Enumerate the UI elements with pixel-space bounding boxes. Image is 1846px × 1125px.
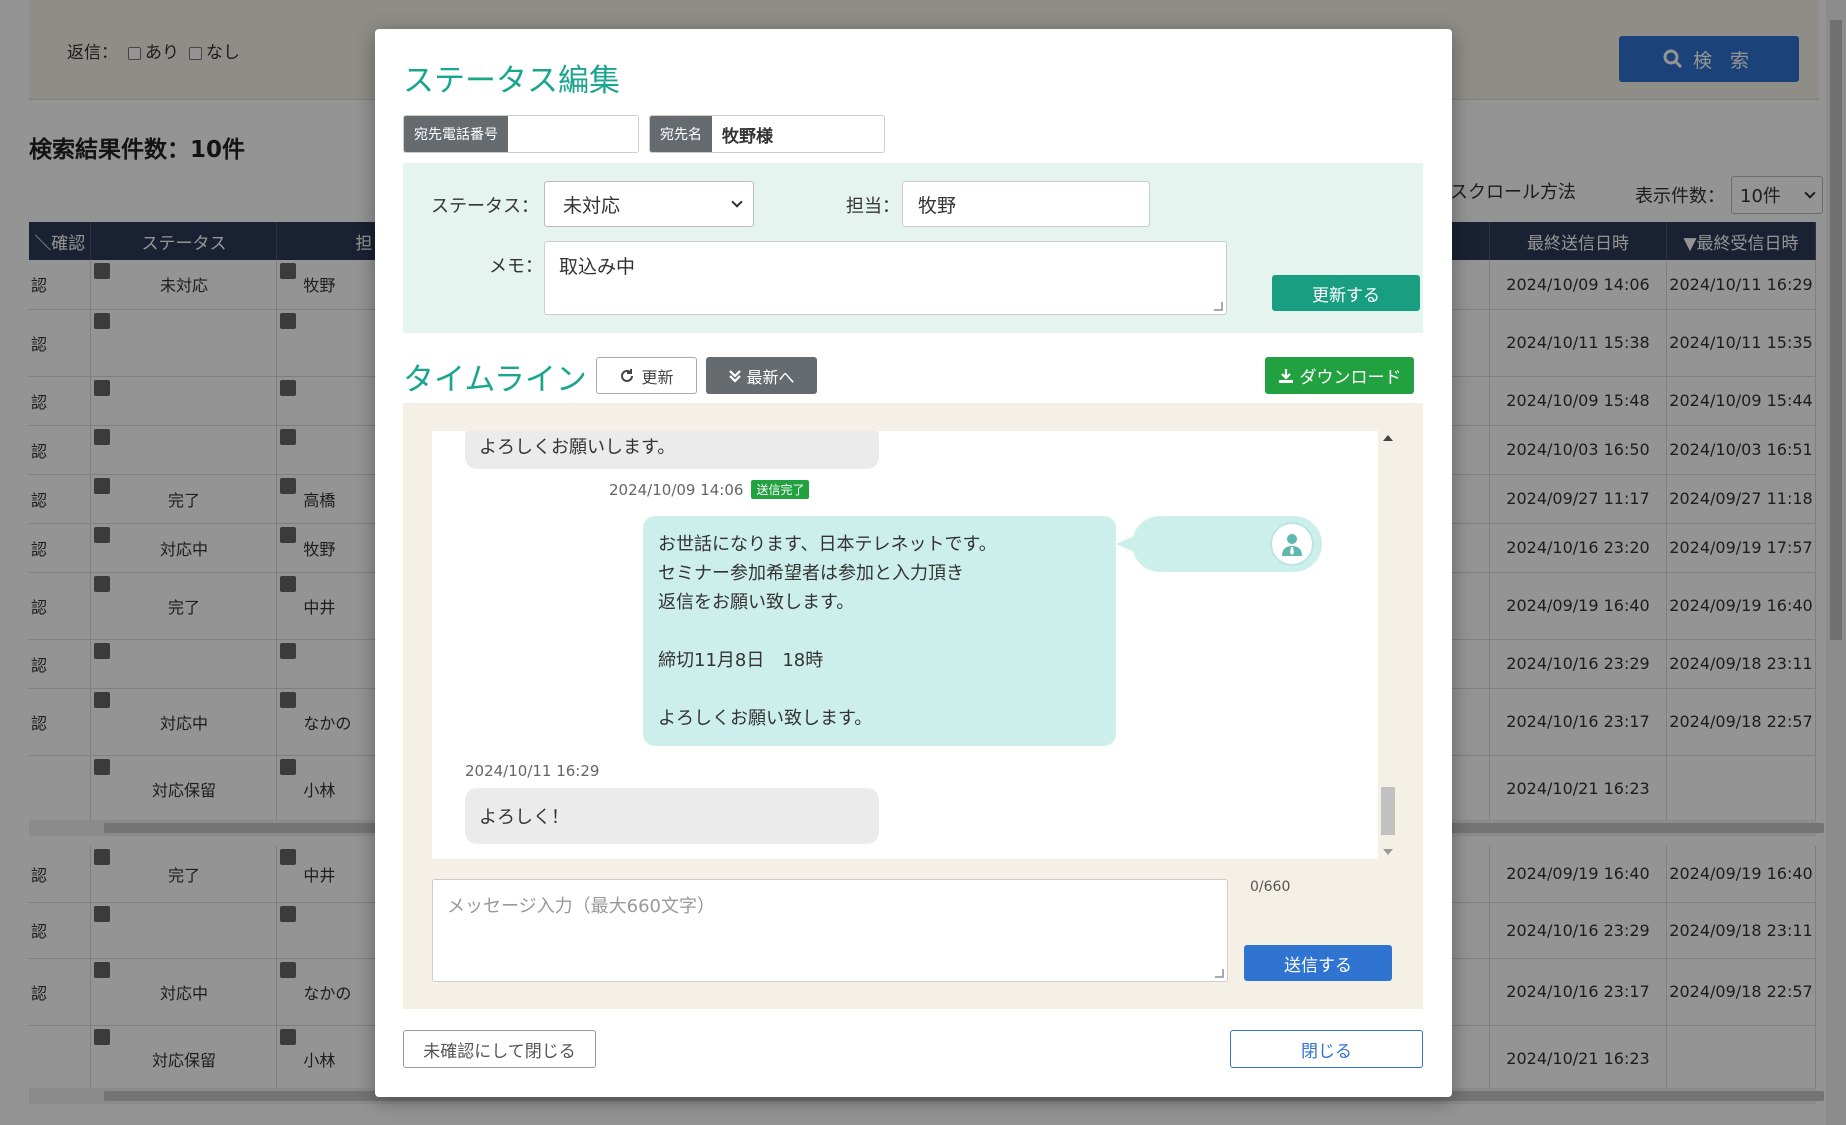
download-button[interactable]: ダウンロード [1265, 357, 1414, 394]
chevron-down-icon [731, 196, 743, 208]
refresh-icon [621, 368, 634, 382]
status-label: ステータス： [431, 196, 539, 217]
incoming-message: よろしくお願いします。 [465, 431, 879, 469]
avatar [1270, 522, 1314, 566]
name-value: 牧野様 [712, 116, 884, 152]
resize-handle-icon[interactable] [1215, 969, 1224, 978]
update-button[interactable]: 更新する [1272, 275, 1420, 311]
name-field: 宛先名 牧野様 [649, 115, 885, 153]
refresh-button[interactable]: 更新 [596, 357, 697, 394]
scroll-down-icon[interactable] [1383, 849, 1393, 855]
double-chevron-down-icon [729, 369, 742, 383]
message-list-scrollbar[interactable] [1378, 431, 1398, 859]
close-button[interactable]: 閉じる [1230, 1030, 1423, 1068]
phone-value [508, 116, 638, 152]
status-select[interactable]: 未対応 [544, 181, 754, 227]
message-list[interactable]: よろしくお願いします。 2024/10/09 14:06 送信完了 お世話になりま… [432, 431, 1378, 859]
timeline-title: タイムライン [403, 362, 587, 398]
outgoing-message: お世話になります、日本テレネットです。 セミナー参加希望者は参加と入力頂き 返信… [643, 516, 1116, 746]
sender-tag [1116, 516, 1322, 572]
sent-status-badge: 送信完了 [751, 480, 810, 499]
modal-title: ステータス編集 [403, 63, 620, 99]
phone-field: 宛先電話番号 [403, 115, 639, 153]
scroll-up-icon[interactable] [1383, 435, 1393, 441]
owner-label: 担当： [846, 196, 900, 217]
owner-input[interactable]: 牧野 [902, 181, 1150, 227]
resize-handle-icon[interactable] [1214, 302, 1223, 311]
memo-textarea[interactable]: 取込み中 [544, 241, 1227, 315]
timeline-panel: よろしくお願いします。 2024/10/09 14:06 送信完了 お世話になりま… [403, 403, 1423, 1009]
message-timestamp: 2024/10/09 14:06 送信完了 [609, 480, 810, 499]
send-button[interactable]: 送信する [1244, 945, 1392, 981]
memo-label: メモ： [489, 256, 543, 277]
latest-button[interactable]: 最新へ [706, 357, 817, 394]
recipient-info: 宛先電話番号 宛先名 牧野様 [403, 115, 885, 153]
char-count: 0/660 [1250, 879, 1291, 895]
unconfirm-close-button[interactable]: 未確認にして閉じる [403, 1030, 596, 1068]
name-label: 宛先名 [650, 116, 712, 152]
message-timestamp: 2024/10/11 16:29 [465, 762, 600, 780]
status-edit-modal: ステータス編集 宛先電話番号 宛先名 牧野様 ステータス： 未対応 担当： 牧野… [375, 29, 1452, 1097]
phone-label: 宛先電話番号 [404, 116, 508, 152]
user-icon [1282, 534, 1302, 556]
download-icon [1278, 368, 1293, 383]
status-panel: ステータス： 未対応 担当： 牧野 メモ： 取込み中 更新する [403, 163, 1423, 333]
incoming-message: よろしく！ [465, 788, 879, 844]
message-input[interactable]: メッセージ入力（最大660文字） [432, 879, 1228, 982]
